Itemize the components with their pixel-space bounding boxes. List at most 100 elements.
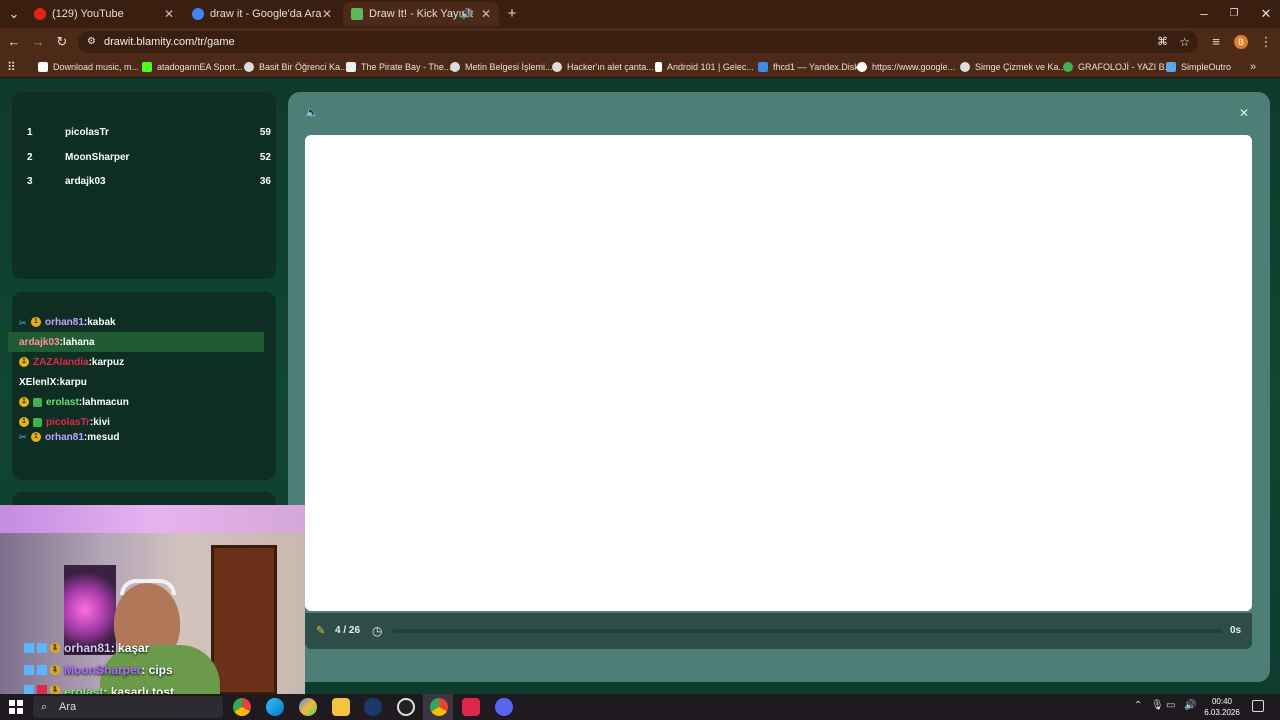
system-clock[interactable]: 00:40 6.03.2026: [1200, 696, 1244, 718]
subscriber-badge-icon: 1: [19, 357, 29, 367]
globe-icon: [244, 62, 254, 72]
sound-icon[interactable]: 🔈: [305, 106, 319, 119]
apps-icon[interactable]: ⠿: [7, 60, 16, 74]
reload-button[interactable]: ↻: [52, 28, 72, 56]
chat-text: :mesud: [83, 432, 120, 442]
back-button[interactable]: ←: [4, 28, 24, 56]
close-tab-icon[interactable]: ✕: [164, 7, 174, 21]
mod-badge-icon: [24, 643, 34, 653]
site-info-icon[interactable]: ⚙: [87, 31, 96, 53]
headphones-icon: [120, 579, 176, 595]
tab-youtube[interactable]: (129) YouTube ✕: [26, 2, 182, 26]
chat-username: ardajk03: [19, 336, 60, 348]
taskbar-search[interactable]: ⌕ Ara: [33, 696, 223, 718]
bookmark-item[interactable]: Download music, m...: [38, 60, 139, 74]
bookmark-item[interactable]: Simge Çizmek ve Ka...: [960, 60, 1066, 74]
globe-icon: [450, 62, 460, 72]
pencil-icon: ✎: [316, 625, 326, 637]
copilot-icon[interactable]: [299, 698, 317, 716]
url-text: drawit.blamity.com/tr/game: [104, 36, 235, 48]
bookmark-item[interactable]: fhcd1 — Yandex.Disk: [758, 60, 859, 74]
clock-date: 6.03.2026: [1204, 708, 1240, 717]
chat-username: orhan81: [45, 316, 84, 328]
kick-badge-icon: [33, 397, 42, 407]
chrome-icon[interactable]: [233, 698, 251, 716]
subscriber-badge-icon: 1: [31, 317, 41, 327]
bookmark-item[interactable]: The Pirate Bay - The...: [346, 60, 451, 74]
pirate-bay-icon: [346, 62, 356, 72]
webcam-chat-message: 1 orhan81 : kaşar: [24, 641, 149, 655]
tray-chevron-icon[interactable]: ⌃: [1134, 700, 1142, 711]
close-tab-icon[interactable]: ✕: [481, 7, 491, 21]
mod-badge-icon: [24, 665, 34, 675]
address-bar[interactable]: ⚙ drawit.blamity.com/tr/game ⌘ ☆: [78, 31, 1198, 53]
bookmark-item[interactable]: atadogannEA Sport...: [142, 60, 243, 74]
microphone-icon[interactable]: 🎙: [1151, 700, 1164, 711]
volume-icon[interactable]: 🔊: [1184, 700, 1196, 711]
chat-text: : cips: [141, 663, 173, 677]
sword-badge-icon: ✂: [19, 317, 27, 328]
bookmark-item[interactable]: Basit Bir Öğrenci Ka...: [244, 60, 348, 74]
chat-text: : kaşar: [110, 641, 150, 655]
subscriber-badge-icon: 1: [31, 432, 41, 442]
windows-start-icon[interactable]: [9, 700, 23, 714]
search-placeholder: Ara: [59, 701, 77, 713]
tab-label: draw it - Google'da Ara: [210, 8, 322, 20]
file-explorer-icon[interactable]: [332, 698, 350, 716]
player-name: picolasTr: [65, 126, 109, 138]
menu-icon[interactable]: ⋮: [1256, 28, 1276, 56]
player-score: 36: [259, 175, 271, 187]
notification-icon[interactable]: [1252, 700, 1264, 712]
translate-icon[interactable]: ⌘: [1157, 31, 1168, 53]
new-tab-button[interactable]: +: [502, 0, 522, 28]
chat-username: MoonSharper: [64, 663, 142, 677]
kick-icon: [142, 62, 152, 72]
audio-icon[interactable]: 🔊: [461, 9, 473, 20]
chat-message: XElenlX :karpu: [8, 372, 264, 392]
chat-message: 1 picolasTr :kivi: [8, 412, 264, 432]
clock-time: 00:40: [1211, 697, 1233, 706]
chrome-profile-icon[interactable]: [430, 698, 448, 716]
player-score: 59: [259, 126, 271, 138]
profile-avatar[interactable]: B: [1234, 35, 1248, 49]
chat-text: :karpuz: [88, 356, 125, 368]
discord-icon[interactable]: [495, 698, 513, 716]
chat-message: 1 erolast :lahmacun: [8, 392, 264, 412]
steam-icon[interactable]: [364, 698, 382, 716]
bookmark-star-icon[interactable]: ☆: [1179, 31, 1190, 53]
reading-list-icon[interactable]: ≡: [1206, 28, 1226, 56]
bookmark-item[interactable]: SimpleOutro: [1166, 60, 1231, 74]
tab-search-icon[interactable]: ⌄: [4, 0, 24, 28]
bookmark-item[interactable]: Metin Belgesi İşlemi...: [450, 60, 553, 74]
chat-username: orhan81: [64, 641, 111, 655]
bookmark-item[interactable]: Android 101 | Gelec...: [655, 60, 754, 74]
network-icon[interactable]: ▭: [1166, 700, 1175, 711]
more-bookmarks-icon[interactable]: »: [1250, 60, 1256, 74]
subscriber-badge-icon: 1: [50, 643, 60, 653]
page-icon: [655, 62, 662, 72]
app-icon[interactable]: [462, 698, 480, 716]
drawing-canvas[interactable]: [305, 135, 1252, 611]
tab-google[interactable]: draw it - Google'da Ara ✕: [184, 2, 340, 26]
chat-username: erolast: [46, 396, 79, 408]
chat-username: XElenlX: [19, 376, 57, 388]
forward-button[interactable]: →: [28, 28, 48, 56]
restore-button[interactable]: ❐: [1224, 0, 1244, 28]
bookmark-item[interactable]: Hacker'ın alet çanta...: [552, 60, 654, 74]
close-tab-icon[interactable]: ✕: [322, 7, 332, 21]
subscriber-badge-icon: 1: [19, 417, 29, 427]
rank: 1: [27, 126, 33, 138]
minimize-button[interactable]: –: [1194, 0, 1214, 28]
page-icon: [38, 62, 48, 72]
edge-icon[interactable]: [266, 698, 284, 716]
close-icon[interactable]: ✕: [1239, 106, 1249, 120]
tab-drawit[interactable]: Draw It! - Kick Yayınları İçin 🔊 ✕: [343, 2, 499, 26]
chat-text: :lahana: [59, 336, 95, 348]
bookmark-item[interactable]: GRAFOLOJİ - YAZI B...: [1063, 60, 1172, 74]
window-close-button[interactable]: ✕: [1256, 0, 1276, 28]
bookmark-item[interactable]: https://www.google...: [857, 60, 955, 74]
search-icon: ⌕: [41, 701, 48, 713]
chat-username: ZAZAlandia: [33, 356, 89, 368]
obs-icon[interactable]: [397, 698, 415, 716]
youtube-icon: [34, 8, 46, 20]
